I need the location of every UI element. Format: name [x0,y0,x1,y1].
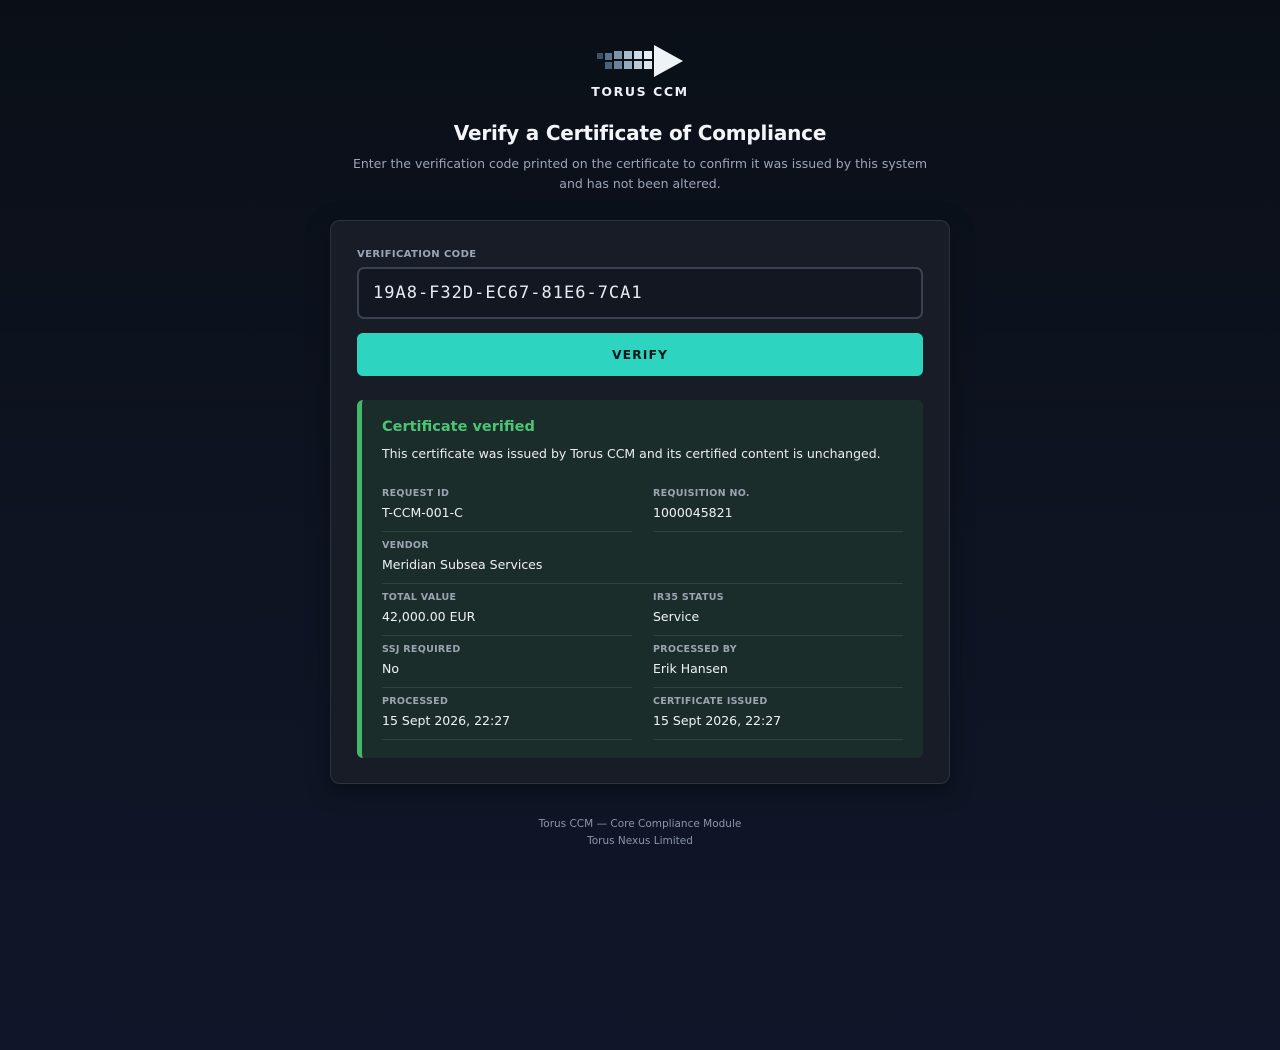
detail-value: Meridian Subsea Services [382,557,543,572]
detail-requisition-no: REQUISITION NO. 1000045821 [653,488,903,532]
detail-label: SSJ REQUIRED [382,644,461,655]
detail-processed-by: PROCESSED BY Erik Hansen [653,644,903,688]
detail-value: 15 Sept 2026, 22:27 [382,713,511,728]
detail-label: IR35 STATUS [653,592,724,603]
detail-label: VENDOR [382,540,429,551]
footer-product-line: Torus CCM — Core Compliance Module [538,818,742,830]
verification-code-label: VERIFICATION CODE [357,249,477,260]
detail-total-value: TOTAL VALUE 42,000.00 EUR [382,592,632,636]
page-title: Verify a Certificate of Compliance [453,121,827,145]
detail-certificate-issued: CERTIFICATE ISSUED 15 Sept 2026, 22:27 [653,696,903,740]
result-title: Certificate verified [382,419,535,435]
detail-label: REQUISITION NO. [653,488,750,499]
detail-vendor: VENDOR Meridian Subsea Services [382,540,903,584]
detail-label: PROCESSED BY [653,644,737,655]
page-subtitle: Enter the verification code printed on t… [352,156,928,191]
detail-value: No [382,661,399,676]
footer: Torus CCM — Core Compliance Module Torus… [0,816,1280,850]
arrow-grid-logo-icon [597,45,683,77]
verification-card: VERIFICATION CODE VERIFY Certificate ver… [330,220,950,784]
detail-label: REQUEST ID [382,488,450,499]
detail-value: 15 Sept 2026, 22:27 [653,713,782,728]
detail-label: TOTAL VALUE [382,592,457,603]
detail-processed: PROCESSED 15 Sept 2026, 22:27 [382,696,632,740]
detail-value: Service [653,609,700,624]
detail-value: T-CCM-001-C [382,505,463,520]
verification-code-input[interactable] [357,267,923,319]
detail-ir35-status: IR35 STATUS Service [653,592,903,636]
detail-value: 42,000.00 EUR [382,609,476,624]
brand-name: TORUS CCM [591,84,689,99]
verification-result: Certificate verified This certificate wa… [357,400,923,758]
detail-ssj-required: SSJ REQUIRED No [382,644,632,688]
brand: TORUS CCM [0,44,1280,99]
detail-value: Erik Hansen [653,661,728,676]
detail-request-id: REQUEST ID T-CCM-001-C [382,488,632,532]
result-message: This certificate was issued by Torus CCM… [382,446,881,461]
footer-company-line: Torus Nexus Limited [587,835,693,847]
detail-label: CERTIFICATE ISSUED [653,696,768,707]
verify-button[interactable]: VERIFY [357,333,923,376]
detail-value: 1000045821 [653,505,733,520]
detail-label: PROCESSED [382,696,449,707]
